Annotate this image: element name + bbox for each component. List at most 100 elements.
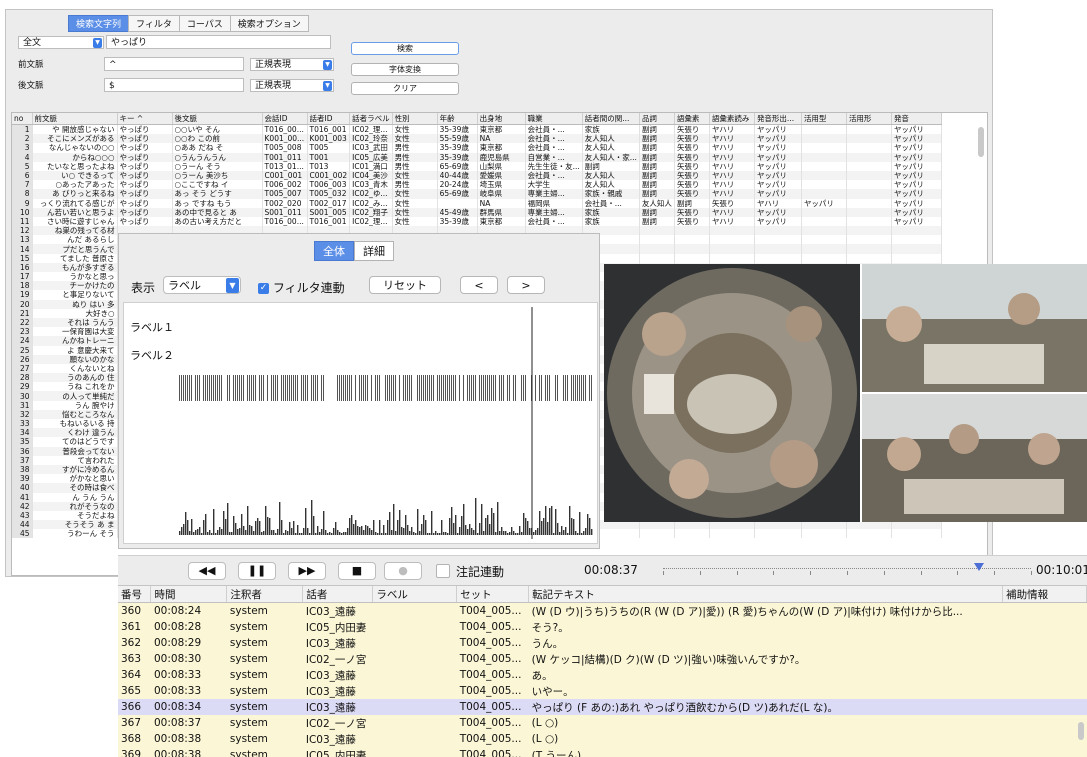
table-cell: からね○○○ bbox=[32, 152, 118, 162]
transcript-column-header[interactable]: 時間 bbox=[150, 586, 228, 603]
transcript-column-header[interactable]: 注釈者 bbox=[226, 586, 304, 603]
list-item[interactable]: 366 00:08:34 system IC03_遠藤 T004_005... やっぱり … bbox=[118, 699, 1087, 715]
results-column-header[interactable]: 話者ラベル bbox=[349, 113, 393, 125]
transcript-column-header[interactable]: ラベル bbox=[372, 586, 458, 603]
results-column-header[interactable]: 出身地 bbox=[477, 113, 526, 125]
convert-button[interactable]: 字体変換 bbox=[351, 63, 459, 76]
results-column-header[interactable]: 活用型 bbox=[801, 113, 847, 125]
results-column-header[interactable]: 年齢 bbox=[437, 113, 478, 125]
video-panel[interactable] bbox=[604, 264, 1087, 522]
transcript-cell bbox=[1002, 619, 1087, 635]
transcript-scrollbar[interactable] bbox=[1078, 722, 1084, 740]
table-row[interactable]: 10 ん若い若いと思うよ やっぱり あの中で見ると あ S001_011 S001_005… bbox=[12, 207, 942, 217]
results-column-header[interactable]: キー ^ bbox=[117, 113, 173, 125]
pause-button[interactable]: ❚❚ bbox=[238, 562, 276, 580]
search-button[interactable]: 検索 bbox=[351, 42, 459, 55]
filter-link-checkbox[interactable]: ✓ フィルタ連動 bbox=[258, 279, 345, 296]
stop-button[interactable]: ■ bbox=[338, 562, 376, 580]
table-row[interactable]: 3 なんじゃないの○○ やっぱり ○ああ だね そ T005_008 T005 IC03_武… bbox=[12, 143, 942, 153]
tab-filter[interactable]: フィルタ bbox=[128, 15, 180, 32]
density-bar bbox=[451, 507, 453, 535]
mode-select[interactable]: 全文 ▼ bbox=[18, 35, 104, 49]
transcript-column-header[interactable]: 転記テキスト bbox=[528, 586, 1004, 603]
table-cell: IC02_ゆ... bbox=[349, 189, 393, 199]
transcript-column-header[interactable]: セット bbox=[456, 586, 530, 603]
tab-search-options[interactable]: 検索オプション bbox=[229, 15, 309, 32]
results-column-header[interactable]: 活用形 bbox=[846, 113, 892, 125]
results-column-header[interactable]: 会話ID bbox=[262, 113, 308, 125]
density-bar bbox=[507, 533, 509, 535]
next-button[interactable]: > bbox=[507, 276, 545, 294]
label-segment bbox=[555, 375, 556, 401]
results-scrollbar[interactable] bbox=[978, 127, 984, 157]
list-item[interactable]: 367 00:08:37 system IC02_一ノ宮 T004_005... (L ○… bbox=[118, 715, 1087, 731]
seek-handle[interactable] bbox=[974, 563, 985, 571]
tab-search-string[interactable]: 検索文字列 bbox=[68, 15, 130, 32]
table-cell: ヤハリ bbox=[709, 180, 755, 190]
reset-button[interactable]: リセット bbox=[369, 276, 441, 294]
prev-button[interactable]: < bbox=[460, 276, 498, 294]
table-cell bbox=[639, 244, 675, 254]
query-input[interactable]: やっぱり bbox=[106, 35, 331, 49]
list-item[interactable]: 365 00:08:33 system IC03_遠藤 T004_005... いやー。 bbox=[118, 683, 1087, 699]
next-context-input[interactable]: $ bbox=[104, 78, 244, 92]
label-segment bbox=[197, 375, 198, 401]
transcript-cell: system bbox=[226, 635, 303, 651]
results-column-header[interactable]: 発音 bbox=[891, 113, 942, 125]
label-timeline-plot[interactable]: ラベル１ ラベル２ bbox=[123, 302, 598, 544]
transcript-table[interactable]: 番号 時間 注釈者 話者 ラベル セット 転記テキスト 補助情報 360 00:08:24 sys… bbox=[118, 585, 1087, 757]
results-column-header[interactable]: 前文脈 bbox=[32, 113, 118, 125]
results-column-header[interactable]: 後文脈 bbox=[172, 113, 263, 125]
results-column-header[interactable]: 語彙素 bbox=[674, 113, 710, 125]
transcript-column-header[interactable]: 補助情報 bbox=[1002, 586, 1087, 603]
table-cell bbox=[846, 134, 892, 144]
table-cell: ヤッパリ bbox=[891, 189, 942, 199]
results-column-header[interactable]: 話者ID bbox=[307, 113, 351, 125]
results-column-header[interactable]: 職業 bbox=[525, 113, 583, 125]
transcript-cell: やっぱり (F あの:)あれ やっぱり酒飲むから(D ツ)あれだ(L な)。 bbox=[528, 699, 1003, 715]
list-item[interactable]: 360 00:08:24 system IC03_遠藤 T004_005... (W (D… bbox=[118, 602, 1087, 619]
results-column-header[interactable]: no bbox=[12, 113, 33, 125]
list-item[interactable]: 363 00:08:30 system IC02_一ノ宮 T004_005... (W ケ… bbox=[118, 651, 1087, 667]
table-row[interactable]: 9 っくり流れてる感じが やっぱり あっ ですね もう T002_020 T002_017… bbox=[12, 198, 942, 208]
display-select[interactable]: ラベル ▼ bbox=[163, 276, 241, 294]
next-type-select[interactable]: 正規表現 ▼ bbox=[250, 78, 334, 92]
table-row[interactable]: 11 さい時に遊すじゃん やっぱり あの古い考え方だと T016_00... T016_0… bbox=[12, 216, 942, 227]
table-row[interactable]: 2 そこにメンズがある やっぱり ○○わ この前 K001_00... K001_003 I… bbox=[12, 134, 942, 144]
results-column-header[interactable]: 語彙素読み bbox=[709, 113, 755, 125]
table-row[interactable]: 4 からね○○○ やっぱり ○うんうんうん T001_011 T001 IC05_広美 男性 3… bbox=[12, 152, 942, 162]
fast-forward-button[interactable]: ▶▶ bbox=[288, 562, 326, 580]
list-item[interactable]: 362 00:08:29 system IC03_遠藤 T004_005... うん。 bbox=[118, 635, 1087, 651]
rewind-button[interactable]: ◀◀ bbox=[188, 562, 226, 580]
results-column-header[interactable]: 品詞 bbox=[639, 113, 675, 125]
seek-slider[interactable] bbox=[663, 563, 1032, 577]
list-item[interactable]: 361 00:08:28 system IC05_内田妻 T004_005... そう?。 bbox=[118, 619, 1087, 635]
transcript-column-header[interactable]: 番号 bbox=[118, 586, 152, 603]
results-column-header[interactable]: 話者間の関... bbox=[582, 113, 640, 125]
table-row[interactable]: 8あ びりっと来るね やっぱり あっ そう どうす T005_007 T005_032 I… bbox=[12, 189, 942, 199]
table-row[interactable]: 7 ○あったアあった やっぱり ○ここですね イ T006_002 T006_003 IC0… bbox=[12, 180, 942, 190]
table-row[interactable]: 5 たいなと思ったよね やっぱり ○うーん そう T013_01... T013 IC01_… bbox=[12, 161, 942, 171]
table-cell: 群馬県 bbox=[477, 207, 526, 217]
table-row[interactable]: 1や 開放感じゃない やっぱり ○○いや そん T016_00... T016_001 I… bbox=[12, 124, 942, 135]
tab-overall[interactable]: 全体 bbox=[314, 241, 354, 261]
tab-corpus[interactable]: コーパス bbox=[178, 15, 231, 32]
clear-button[interactable]: クリア bbox=[351, 82, 459, 95]
table-cell: 友人知人 bbox=[582, 180, 640, 190]
density-bar bbox=[477, 533, 479, 535]
list-item[interactable]: 364 00:08:33 system IC03_遠藤 T004_005... あ。 bbox=[118, 667, 1087, 683]
results-column-header[interactable]: 発音形出... bbox=[754, 113, 802, 125]
list-item[interactable]: 369 00:08:38 system IC05_内田妻 T004_005... (T う… bbox=[118, 747, 1087, 757]
density-bar bbox=[515, 533, 517, 535]
table-row[interactable]: 6 い○ できるって やっぱり ○うーん 美沙ち C001_001 C001_002 IC0… bbox=[12, 170, 942, 181]
transcript-column-header[interactable]: 話者 bbox=[302, 586, 374, 603]
record-button[interactable]: ● bbox=[384, 562, 422, 580]
table-cell: ○うーん 美沙ち bbox=[172, 170, 263, 181]
annotation-link-checkbox[interactable] bbox=[436, 564, 450, 578]
tab-detail[interactable]: 詳細 bbox=[354, 241, 394, 261]
prev-context-input[interactable]: ^ bbox=[104, 57, 244, 71]
results-column-header[interactable]: 性別 bbox=[392, 113, 438, 125]
prev-type-select[interactable]: 正規表現 ▼ bbox=[250, 57, 334, 71]
table-cell: やっぱり bbox=[117, 152, 173, 162]
list-item[interactable]: 368 00:08:38 system IC03_遠藤 T004_005... (L ○) bbox=[118, 731, 1087, 747]
